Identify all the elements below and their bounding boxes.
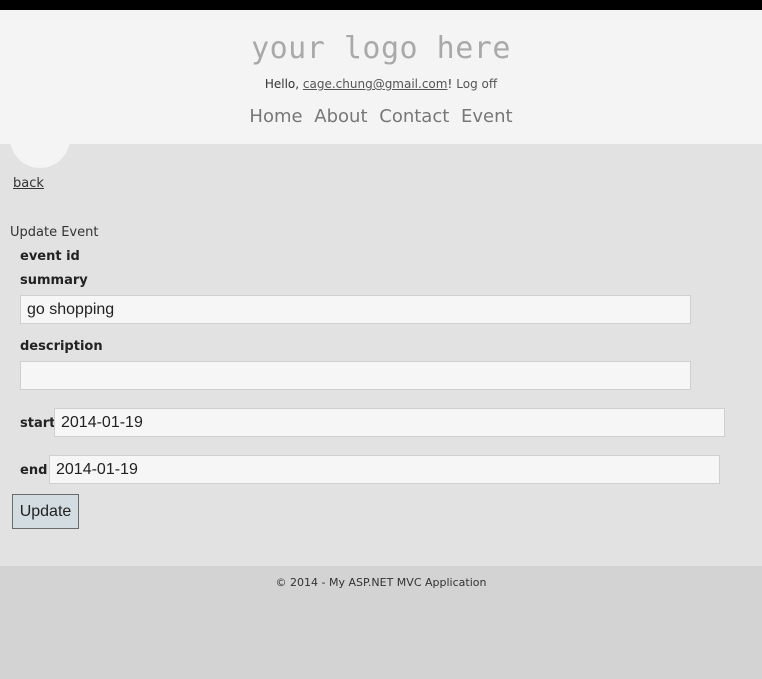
summary-label: summary bbox=[20, 273, 88, 288]
start-input[interactable]: 2014-01-19 bbox=[54, 408, 725, 437]
back-link[interactable]: back bbox=[13, 176, 44, 191]
site-logo: your logo here bbox=[251, 31, 511, 66]
login-status: Hello, cage.chung@gmail.com! Log off bbox=[0, 77, 762, 91]
update-button[interactable]: Update bbox=[12, 494, 79, 529]
main-nav: Home About Contact Event bbox=[0, 106, 762, 127]
nav-item-home[interactable]: Home bbox=[249, 106, 302, 127]
description-input[interactable] bbox=[20, 361, 691, 390]
event-id-label: event id bbox=[20, 249, 80, 264]
summary-input[interactable]: go shopping bbox=[20, 295, 691, 324]
nav-item-contact[interactable]: Contact bbox=[379, 106, 449, 127]
greeting-prefix: Hello, bbox=[264, 77, 303, 91]
end-label: end bbox=[20, 463, 48, 478]
start-label: start bbox=[20, 416, 56, 431]
form-title: Update Event bbox=[10, 225, 99, 240]
user-email-link[interactable]: cage.chung@gmail.com bbox=[303, 77, 448, 91]
main-content bbox=[0, 144, 762, 566]
description-label: description bbox=[20, 339, 103, 354]
copyright-text: © 2014 - My ASP.NET MVC Application bbox=[275, 576, 487, 589]
top-bar bbox=[0, 0, 762, 10]
logoff-link[interactable]: Log off bbox=[456, 77, 497, 91]
end-input[interactable]: 2014-01-19 bbox=[49, 455, 720, 484]
greeting-suffix: ! bbox=[447, 77, 453, 91]
nav-item-event[interactable]: Event bbox=[461, 106, 513, 127]
nav-item-about[interactable]: About bbox=[314, 106, 367, 127]
